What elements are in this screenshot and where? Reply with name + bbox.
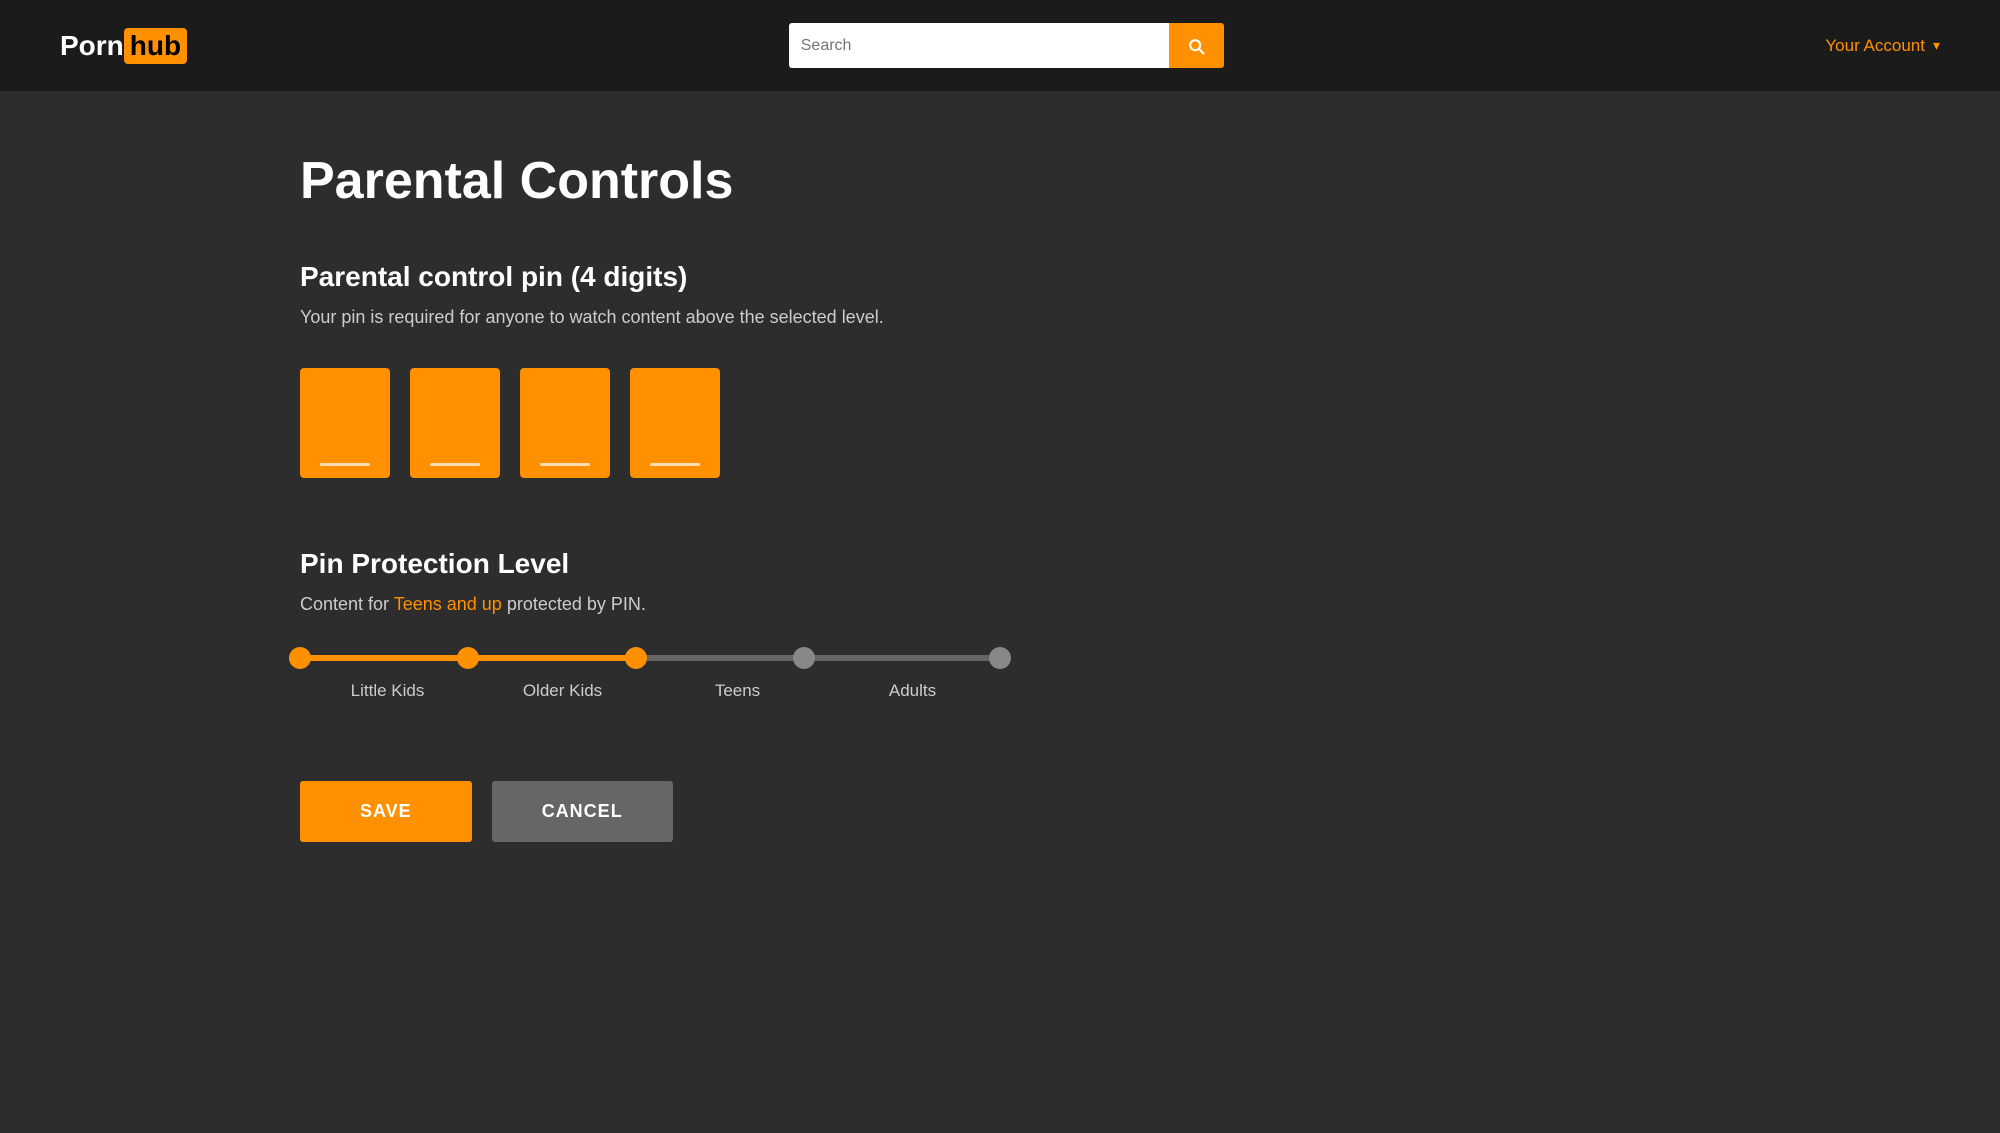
header: Pornhub Your Account ▾ [0,0,2000,91]
desc-suffix: protected by PIN. [502,594,646,614]
slider-track [300,655,1000,661]
logo: Pornhub [60,28,187,64]
save-button[interactable]: SAVE [300,781,472,842]
slider-label-older-kids: Older Kids [475,681,650,701]
button-area: SAVE CANCEL [300,781,1400,842]
pin-box-3[interactable] [520,368,610,478]
slider-label-little-kids: Little Kids [300,681,475,701]
search-icon [1186,36,1206,56]
search-button[interactable] [1169,23,1224,68]
cancel-button[interactable]: CANCEL [492,781,673,842]
chevron-down-icon: ▾ [1933,37,1940,54]
logo-porn-text: Porn [60,30,124,62]
pin-box-1[interactable] [300,368,390,478]
page-title: Parental Controls [300,151,1400,211]
slider-dot-teens[interactable] [625,647,647,669]
search-area [789,23,1224,68]
pin-section: Parental control pin (4 digits) Your pin… [300,261,1400,478]
desc-prefix: Content for [300,594,394,614]
pin-underline-4 [650,463,700,466]
protection-section: Pin Protection Level Content for Teens a… [300,548,1400,701]
protection-description: Content for Teens and up protected by PI… [300,594,1400,615]
slider-dot-adults[interactable] [793,647,815,669]
highlight-text: Teens and up [394,594,502,614]
pin-underline-1 [320,463,370,466]
pin-box-4[interactable] [630,368,720,478]
search-input[interactable] [789,23,1169,68]
account-menu[interactable]: Your Account ▾ [1825,36,1940,56]
protection-title: Pin Protection Level [300,548,1400,580]
slider-dot-older-kids[interactable] [457,647,479,669]
pin-section-description: Your pin is required for anyone to watch… [300,307,1400,328]
pin-section-title: Parental control pin (4 digits) [300,261,1400,293]
main-content: Parental Controls Parental control pin (… [0,91,1400,902]
slider-dot-little-kids[interactable] [289,647,311,669]
slider-label-adults: Adults [825,681,1000,701]
account-label: Your Account [1825,36,1925,56]
pin-underline-2 [430,463,480,466]
protection-slider[interactable] [300,655,1000,661]
pin-underline-3 [540,463,590,466]
slider-labels: Little Kids Older Kids Teens Adults [300,681,1000,701]
slider-label-teens: Teens [650,681,825,701]
pin-boxes [300,368,1400,478]
pin-box-2[interactable] [410,368,500,478]
slider-dot-end[interactable] [989,647,1011,669]
logo-hub-text: hub [124,28,187,64]
